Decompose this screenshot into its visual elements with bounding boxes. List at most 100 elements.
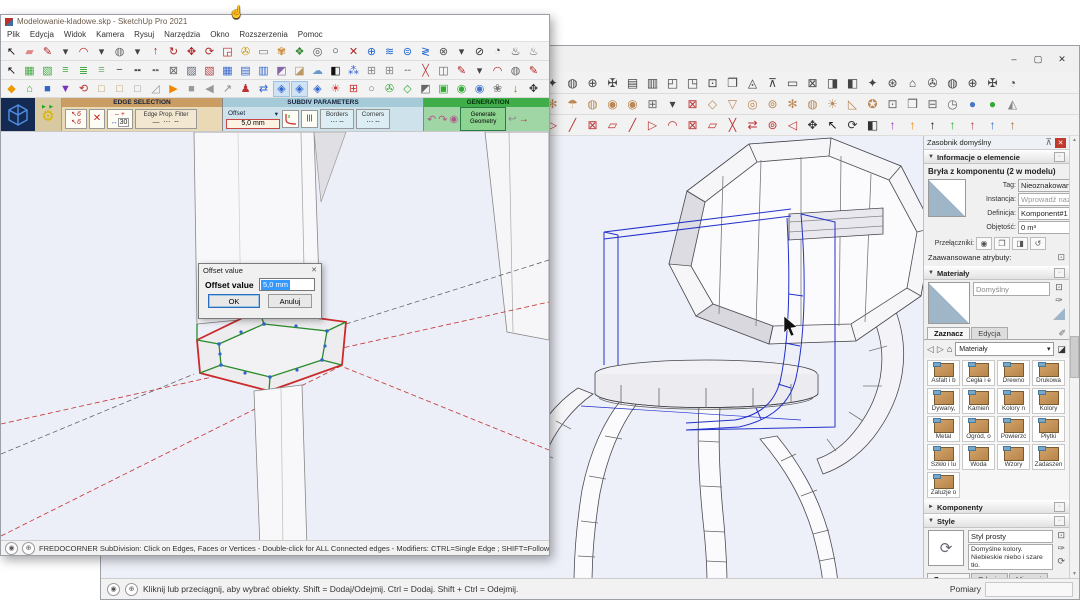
model-viewport-closeup[interactable]: Offset value ✕ Offset value 5,0 mm OK An… [1, 132, 549, 540]
redo-icon[interactable]: ↷ [438, 113, 447, 126]
toolbar-icon[interactable]: ≡ [57, 62, 74, 78]
toolbar-icon[interactable]: ▾ [471, 62, 488, 78]
toolbar-icon[interactable]: □ [111, 81, 128, 97]
toolbar-icon[interactable]: ▾ [129, 43, 146, 59]
borders-button[interactable]: Borders ⋯ ╌ [320, 109, 354, 129]
toolbar-icon[interactable]: ≷ [417, 43, 434, 59]
panel-options-icon[interactable]: ▫ [1054, 516, 1065, 526]
toolbar-icon[interactable]: ◩ [417, 81, 434, 97]
toolbar-icon[interactable]: ⊡ [703, 74, 722, 92]
clear-selection-button[interactable]: ✕ [89, 109, 105, 129]
toolbar-icon[interactable]: ↑ [883, 116, 902, 134]
toolbar-icon[interactable]: ≡ [93, 62, 110, 78]
toolbar-icon[interactable]: ◉ [471, 81, 488, 97]
toolbar-icon[interactable]: ▥ [255, 62, 272, 78]
toolbar-icon[interactable]: ↑ [923, 116, 942, 134]
material-folder[interactable]: Dywany, [927, 388, 960, 414]
profile-curve-button[interactable] [282, 110, 299, 128]
panel-options-icon[interactable]: ▫ [1054, 152, 1065, 162]
toolbar-icon[interactable]: ◉ [603, 95, 622, 113]
toolbar-icon[interactable]: ⊗ [435, 43, 452, 59]
toolbar-icon[interactable]: − [111, 62, 128, 78]
toolbar-icon[interactable]: ✪ [863, 95, 882, 113]
toolbar-icon[interactable]: ⊕ [363, 43, 380, 59]
toolbar-icon[interactable]: ◧ [843, 74, 862, 92]
toolbar-icon[interactable]: ◠ [663, 116, 682, 134]
toolbar-icon[interactable]: ◈ [273, 81, 290, 97]
hidden-toggle-icon[interactable]: ◉ [976, 237, 992, 250]
toolbar-icon[interactable]: ◠ [489, 62, 506, 78]
toolbar-icon[interactable]: ⊜ [399, 43, 416, 59]
pin-icon[interactable]: ⊼ [1045, 137, 1052, 148]
home-icon[interactable]: ⌂ [947, 344, 952, 354]
menu-item[interactable]: Narzędzia [164, 30, 200, 39]
toolbar-icon[interactable]: ✠ [983, 74, 1002, 92]
toolbar-icon[interactable]: ◆ [3, 81, 20, 97]
fredocorner-logo-icon[interactable] [1, 98, 35, 131]
scroll-up-icon[interactable]: ▲ [1072, 137, 1077, 143]
toolbar-icon[interactable]: ◰ [663, 74, 682, 92]
edge-width-control[interactable]: – + ↔30 [107, 109, 133, 129]
generate-geometry-button[interactable]: GenerateGeometry [460, 107, 506, 131]
toolbar-icon[interactable]: ❐ [723, 74, 742, 92]
refresh-icon[interactable]: ⟳ [1057, 556, 1065, 567]
material-folder[interactable]: Cegła i e [962, 360, 995, 386]
menu-item[interactable]: Kamera [96, 30, 124, 39]
toolbar-icon[interactable]: ▾ [57, 43, 74, 59]
toolbar-icon[interactable]: ◍ [111, 43, 128, 59]
forward-icon[interactable]: ▷ [937, 344, 944, 355]
material-folder[interactable]: Ogród, o [962, 416, 995, 442]
toolbar-icon[interactable]: ✎ [39, 43, 56, 59]
offset-value-field[interactable]: 5,0 mm [226, 119, 280, 129]
tab-edit[interactable]: Edycja [971, 327, 1008, 339]
update-style-icon[interactable]: ✑ [1057, 543, 1065, 554]
tab-select[interactable]: Zaznacz [927, 327, 970, 339]
toolbar-icon[interactable]: ⟳ [843, 116, 862, 134]
toolbar-icon[interactable]: ⊘ [471, 43, 488, 59]
toolbar-icon[interactable]: ♟ [237, 81, 254, 97]
toolbar-icon[interactable]: ▼ [57, 81, 74, 97]
toolbar-icon[interactable]: ✻ [783, 95, 802, 113]
material-folder[interactable]: Szkło i lu [927, 444, 960, 470]
toolbar-icon[interactable]: ◳ [683, 74, 702, 92]
toolbar-icon[interactable]: ○ [363, 81, 380, 97]
toolbar-icon[interactable]: ↑ [1003, 116, 1022, 134]
ok-button[interactable]: OK [208, 294, 260, 308]
material-folder[interactable]: Powierzc [997, 416, 1030, 442]
toolbar-icon[interactable]: ◍ [507, 62, 524, 78]
toolbar-icon[interactable]: ◁ [783, 116, 802, 134]
exit-icon[interactable]: → [519, 114, 529, 125]
toolbar-icon[interactable]: ⊛ [883, 74, 902, 92]
toolbar-icon[interactable]: ↑ [963, 116, 982, 134]
menu-item[interactable]: Plik [7, 30, 20, 39]
toolbar-icon[interactable]: ◍ [563, 74, 582, 92]
toolbar-icon[interactable]: ▦ [219, 62, 236, 78]
panel-header-components[interactable]: ► Komponenty ▫ [924, 500, 1069, 514]
toolbar-icon[interactable]: ↑ [943, 116, 962, 134]
toolbar-icon[interactable]: ▷ [643, 116, 662, 134]
cancel-button[interactable]: Anuluj [268, 294, 312, 308]
back-icon[interactable]: ◁ [927, 344, 934, 355]
toolbar-icon[interactable]: ◺ [843, 95, 862, 113]
toolbar-icon[interactable]: ✥ [803, 116, 822, 134]
toolbar-icon[interactable]: ■ [39, 81, 56, 97]
toolbar-icon[interactable]: ◇ [399, 81, 416, 97]
details-icon[interactable]: ◪ [1057, 344, 1066, 355]
toolbar-icon[interactable]: ◪ [291, 62, 308, 78]
toolbar-icon[interactable]: ↑ [147, 43, 164, 59]
toolbar-icon[interactable]: ❀ [489, 81, 506, 97]
toolbar-icon[interactable]: ◎ [743, 95, 762, 113]
toolbar-icon[interactable]: ◫ [435, 62, 452, 78]
materials-collection-dropdown[interactable]: Materiały▾ [955, 342, 1054, 356]
toolbar-icon[interactable]: ■ [183, 81, 200, 97]
toolbar-icon[interactable]: ⇄ [255, 81, 272, 97]
toolbar-icon[interactable]: ⊟ [923, 95, 942, 113]
toolbar-icon[interactable]: ⊠ [683, 116, 702, 134]
toolbar-icon[interactable]: ▥ [643, 74, 662, 92]
material-folder[interactable]: Kamień [962, 388, 995, 414]
menu-item[interactable]: Pomoc [298, 30, 323, 39]
toolbar-icon[interactable]: ≋ [381, 43, 398, 59]
toolbar-icon[interactable]: ▦ [21, 62, 38, 78]
toolbar-icon[interactable]: ↓ [507, 81, 524, 97]
in-model-icon[interactable]: ⊡ [1057, 530, 1065, 541]
